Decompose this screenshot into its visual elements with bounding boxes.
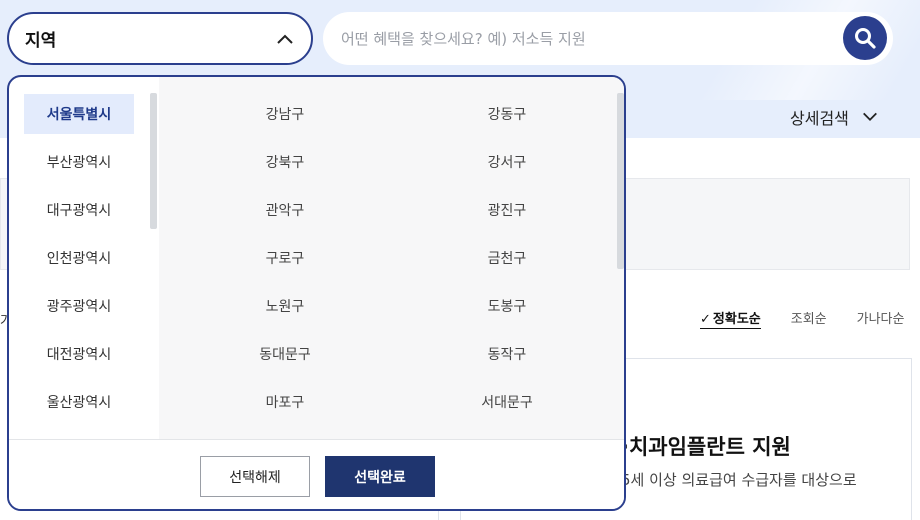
district-item[interactable]: 동작구 [432, 334, 582, 374]
sort-views[interactable]: 조회순 [791, 308, 827, 329]
city-item-daejeon[interactable]: 대전광역시 [24, 334, 134, 374]
district-item[interactable]: 광진구 [432, 190, 582, 230]
sort-accuracy-label: 정확도순 [712, 312, 761, 327]
district-item[interactable]: 강북구 [210, 142, 360, 182]
search-icon [855, 28, 876, 49]
district-item[interactable]: 금천구 [432, 238, 582, 278]
district-list: 강남구 강동구 강북구 강서구 관악구 광진구 구로구 금천구 노원구 도봉구 … [159, 77, 624, 439]
sort-accuracy[interactable]: ✓ 정확도순 [700, 308, 761, 329]
clear-selection-button[interactable]: 선택해제 [200, 456, 310, 497]
city-item-gwangju[interactable]: 광주광역시 [24, 286, 134, 326]
district-item[interactable]: 강남구 [210, 94, 360, 134]
district-item[interactable]: 도봉구 [432, 286, 582, 326]
detail-search-toggle[interactable]: 상세검색 [790, 100, 879, 134]
search-button[interactable] [843, 16, 887, 60]
search-box [323, 12, 893, 65]
city-item-daegu[interactable]: 대구광역시 [24, 190, 134, 230]
district-item[interactable]: 관악구 [210, 190, 360, 230]
district-item[interactable]: 서대문구 [432, 382, 582, 422]
card-title: ·치과임플란트 지원 [621, 435, 791, 459]
detail-search-label: 상세검색 [790, 109, 849, 128]
city-item-incheon[interactable]: 인천광역시 [24, 238, 134, 278]
check-icon: ✓ [700, 312, 711, 327]
district-item[interactable]: 노원구 [210, 286, 360, 326]
district-item[interactable]: 강동구 [432, 94, 582, 134]
region-dropdown: 서울특별시 부산광역시 대구광역시 인천광역시 광주광역시 대전광역시 울산광역… [7, 75, 626, 511]
chevron-down-icon [862, 112, 877, 121]
complete-selection-button[interactable]: 선택완료 [325, 456, 435, 497]
chevron-up-icon [277, 34, 293, 44]
city-list-scrollbar[interactable] [150, 93, 157, 229]
dropdown-footer: 선택해제 선택완료 [9, 439, 624, 509]
region-select[interactable]: 지역 [7, 12, 313, 65]
card-description: 5세 이상 의료급여 수급자를 대상으로 [621, 471, 857, 489]
city-item-seoul[interactable]: 서울특별시 [24, 94, 134, 134]
city-item-busan[interactable]: 부산광역시 [24, 142, 134, 182]
district-item[interactable]: 구로구 [210, 238, 360, 278]
city-item-ulsan[interactable]: 울산광역시 [24, 382, 134, 422]
sort-options: ✓ 정확도순 조회순 가나다순 [700, 308, 904, 329]
district-item[interactable]: 강서구 [432, 142, 582, 182]
city-list: 서울특별시 부산광역시 대구광역시 인천광역시 광주광역시 대전광역시 울산광역… [9, 77, 159, 439]
sort-alphabetical[interactable]: 가나다순 [857, 308, 905, 329]
district-list-scrollbar[interactable] [617, 93, 624, 269]
search-input[interactable] [341, 29, 821, 48]
district-item[interactable]: 마포구 [210, 382, 360, 422]
region-select-label: 지역 [25, 31, 57, 51]
district-item[interactable]: 동대문구 [210, 334, 360, 374]
